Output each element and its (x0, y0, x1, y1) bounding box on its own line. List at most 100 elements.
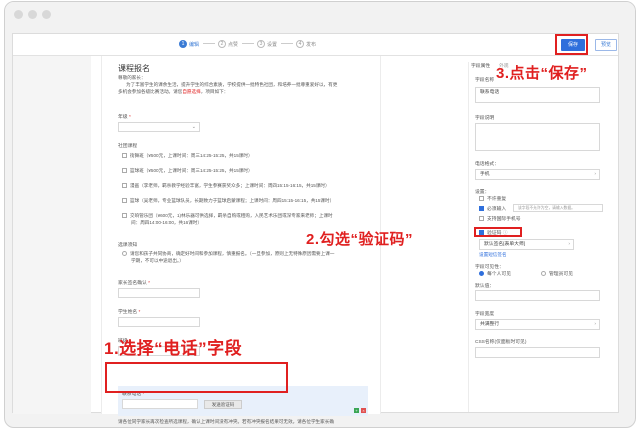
sms-signature-value: 默认签名[表单大师] (484, 242, 526, 247)
required-message-input[interactable]: 该字段不允许为空，请输入数据。 (513, 204, 603, 212)
step-number: 3 (257, 40, 265, 48)
window-titlebar (5, 2, 635, 29)
student-label: 学生姓名 * (118, 308, 140, 315)
checkbox[interactable] (122, 198, 127, 204)
checkbox[interactable] (122, 183, 127, 189)
step-label: 设置 (267, 41, 278, 48)
window-dot-icon[interactable] (28, 10, 37, 19)
css-name-input[interactable] (475, 347, 600, 358)
field-width-value: 共满整行 (480, 322, 500, 327)
add-icon[interactable]: + (354, 408, 359, 413)
phone-format-value: 手机 (480, 172, 490, 177)
intl-option[interactable]: 支持国际手机号 (479, 215, 521, 222)
save-highlight-box (555, 34, 588, 55)
visibility-all-text: 每个人可见 (487, 272, 511, 277)
visibility-all-option[interactable]: 每个人可见 (479, 270, 511, 277)
form-greeting: 尊敬的家长： (118, 75, 146, 80)
phone-format-select[interactable]: 手机 › (475, 169, 600, 180)
tab-field-properties[interactable]: 字段属性 (471, 62, 490, 69)
student-label-text: 学生姓名 (118, 310, 138, 315)
parent-signature-input[interactable] (118, 288, 200, 298)
field-name-input[interactable]: 联系电话 (475, 87, 600, 103)
chevron-right-icon: › (568, 242, 570, 247)
chevron-down-icon: ⌄ (191, 124, 196, 130)
chevron-right-icon: › (594, 322, 596, 327)
club-option[interactable]: 漫画（李老师，羁杀教学经验丰富，学生参赛获奖众多；上课时间：周四15:15-16… (122, 182, 330, 189)
step-edit[interactable]: 1 编辑 (179, 40, 199, 48)
visibility-admin-text: 管理员可见 (549, 272, 573, 277)
grade-select[interactable]: ⌄ (118, 122, 200, 132)
step-publish[interactable]: 4 发布 (296, 40, 316, 48)
send-code-button[interactable]: 发送验证码 (204, 400, 242, 409)
notice-option[interactable]: 请您和孩子共同协商，确定好时间和参加课程，慎重报名。（一旦参加，原则上无特殊原因… (122, 250, 334, 257)
annotation-step-2: 2.勾选“验证码” (306, 231, 414, 248)
checkbox[interactable] (122, 168, 127, 174)
step-label: 编辑 (189, 41, 200, 48)
visibility-label: 字段可见性： (475, 265, 504, 270)
settings-label: 设置： (475, 190, 490, 195)
notice-text: 请您和孩子共同协商，确定好时间和参加课程，慎重报名。（一旦参加，原则上无特殊原因… (130, 251, 335, 256)
no-repeat-option[interactable]: 不许重复 (479, 195, 506, 202)
club-option-text: 街舞班（¥500元，上课时间：周三14:25-15:25，共15课时） (130, 153, 253, 158)
field-name-label: 字段名称 (475, 78, 495, 83)
checkbox[interactable] (122, 153, 127, 159)
intro-text: ，项目如下： (200, 89, 229, 94)
club-option-text: 篮球班（¥500元，上课时间：周三14:25-15:25，共15课时） (130, 168, 253, 173)
student-name-input[interactable] (118, 317, 200, 327)
notice-option-cont: 学期，不可以中途退出。） (131, 258, 184, 263)
checkbox[interactable] (479, 196, 484, 202)
preview-button[interactable]: 预览 (595, 39, 617, 51)
radio[interactable] (541, 271, 546, 277)
parent-label-text: 家长签名确认 (118, 281, 147, 286)
club-option[interactable]: 交响管乐团（¥600元，1)林乐器可供选择，羁杀自购或租购，入民艺术乐团或深专家… (122, 212, 333, 219)
step-settings[interactable]: 3 设置 (257, 40, 277, 48)
delete-icon[interactable]: × (361, 408, 366, 413)
sms-signature-select[interactable]: 默认签名[表单大师] › (479, 239, 574, 250)
checkbox-checked[interactable] (479, 206, 484, 212)
default-value-label: 默认值： (475, 284, 495, 289)
window-dot-icon[interactable] (14, 10, 23, 19)
notice-label: 选课须知 (118, 243, 138, 248)
required-mark: * (138, 310, 141, 315)
chevron-right-icon: › (594, 172, 596, 177)
radio-selected[interactable] (479, 271, 484, 277)
step-separator (242, 43, 254, 44)
club-option[interactable]: 篮球班（¥500元，上课时间：周三14:25-15:25，共15课时） (122, 167, 253, 174)
required-mark: * (148, 281, 151, 286)
club-option-text: 篮球（吴老师，专业篮球队员，长期致力于篮球启蒙课程；上课时间：周四15:15-1… (130, 198, 335, 203)
form-intro: 为了丰富学生的课余生活，提升学生的综合素质，学校提供一批特色社团，和培养一批尊重… (126, 82, 338, 87)
grade-label: 年级 * (118, 113, 131, 120)
field-desc-textarea[interactable] (475, 123, 600, 151)
top-toolbar: 1 编辑 2 点赞 3 设置 4 发布 保存 预览 (13, 34, 618, 56)
intl-text: 支持国际手机号 (487, 217, 521, 222)
no-repeat-text: 不许重复 (487, 197, 507, 202)
step-number: 1 (179, 40, 187, 48)
intro-text: 多机会参加各级比赛活动。请您 (118, 89, 183, 94)
club-option-text: 交响管乐团（¥600元，1)林乐器可供选择，羁杀自购或租购，入民艺术乐团或深专家… (130, 213, 333, 218)
set-sms-signature-link[interactable]: 设置短信签名 (479, 252, 507, 258)
club-option[interactable]: 篮球（吴老师，专业篮球队员，长期致力于篮球启蒙课程；上课时间：周四15:15-1… (122, 197, 334, 204)
required-mark: * (128, 115, 131, 120)
field-width-select[interactable]: 共满整行 › (475, 319, 600, 330)
required-option[interactable]: 必须输入 (479, 205, 506, 212)
step-separator (203, 43, 215, 44)
form-title: 课程报名 (118, 64, 150, 73)
right-property-panel: 字段属性 外观 字段名称 联系电话 字段说明 电话格式： 手机 › 设置： 不许重… (468, 62, 608, 412)
form-intro-2: 多机会参加各级比赛活动。请您自愿选择，项目如下： (118, 88, 228, 95)
intro-highlight: 自愿选择 (182, 89, 201, 94)
club-option-cont: 间：周四14:00-16:00，共16课时） (131, 220, 202, 225)
step-number: 2 (218, 40, 226, 48)
phone-field-highlight-box (105, 362, 288, 393)
annotation-step-3: 3.点击“保存” (496, 65, 588, 82)
window-dot-icon[interactable] (42, 10, 51, 19)
club-option[interactable]: 街舞班（¥500元，上课时间：周三14:25-15:25，共15课时） (122, 152, 253, 159)
club-option-text: 漫画（李老师，羁杀教学经验丰富，学生参赛获奖众多；上课时间：周四15:15-16… (130, 183, 330, 188)
step-like[interactable]: 2 点赞 (218, 40, 238, 48)
checkbox[interactable] (479, 216, 484, 222)
step-separator (281, 43, 293, 44)
radio[interactable] (122, 251, 127, 257)
checkbox[interactable] (122, 213, 127, 219)
phone-input[interactable] (122, 399, 198, 409)
default-value-input[interactable] (475, 290, 600, 301)
visibility-admin-option[interactable]: 管理员可见 (541, 270, 573, 277)
